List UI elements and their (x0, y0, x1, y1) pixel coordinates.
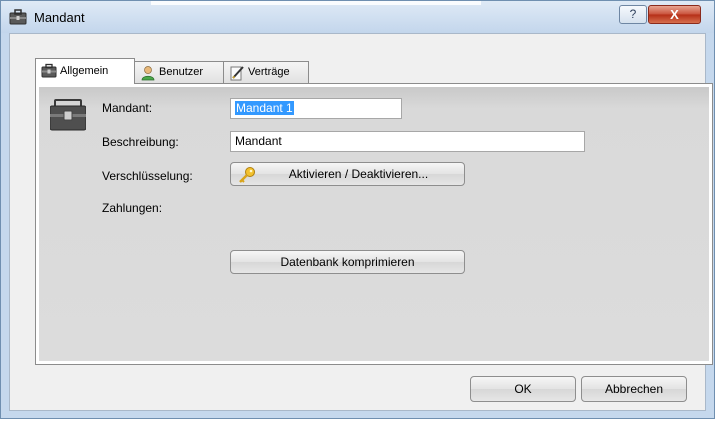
tab-benutzer[interactable]: Benutzer (134, 61, 224, 83)
tab-panel-content: Mandant: Mandant 1 Beschreibung: Mandant… (39, 87, 709, 361)
title-bar-highlight (151, 1, 481, 5)
briefcase-icon (49, 98, 87, 131)
ok-button[interactable]: OK (470, 376, 576, 402)
briefcase-icon (41, 63, 57, 79)
tab-allgemein[interactable]: Allgemein (35, 58, 135, 84)
mandant-input-value: Mandant 1 (235, 101, 294, 115)
tab-vertraege[interactable]: Verträge (223, 61, 309, 83)
beschreibung-input[interactable]: Mandant (230, 131, 585, 152)
tab-benutzer-label: Benutzer (159, 66, 204, 78)
close-button[interactable]: X (648, 5, 701, 24)
mandant-input[interactable]: Mandant 1 (230, 98, 402, 119)
mandant-label: Mandant: (102, 101, 153, 115)
cancel-button[interactable]: Abbrechen (581, 376, 687, 402)
beschreibung-label: Beschreibung: (102, 135, 179, 149)
encrypt-toggle-button-label: Aktivieren / Deaktivieren... (288, 167, 429, 181)
zahlungen-label: Zahlungen: (102, 201, 163, 215)
tab-strip: Allgemein Benutzer Verträge (35, 58, 435, 84)
key-icon (238, 166, 256, 184)
user-icon (140, 65, 156, 81)
pen-paper-icon (229, 65, 245, 81)
verschluesselung-label: Verschlüsselung: (102, 169, 193, 183)
window-title: Mandant (34, 10, 85, 25)
briefcase-icon (9, 9, 27, 25)
tab-allgemein-label: Allgemein (60, 65, 109, 77)
tab-vertraege-label: Verträge (248, 66, 290, 78)
title-bar[interactable]: Mandant ? X (1, 1, 714, 33)
compress-database-button[interactable]: Datenbank komprimieren (230, 250, 465, 274)
help-button[interactable]: ? (619, 5, 647, 24)
encrypt-toggle-button[interactable]: Aktivieren / Deaktivieren... (230, 162, 465, 186)
